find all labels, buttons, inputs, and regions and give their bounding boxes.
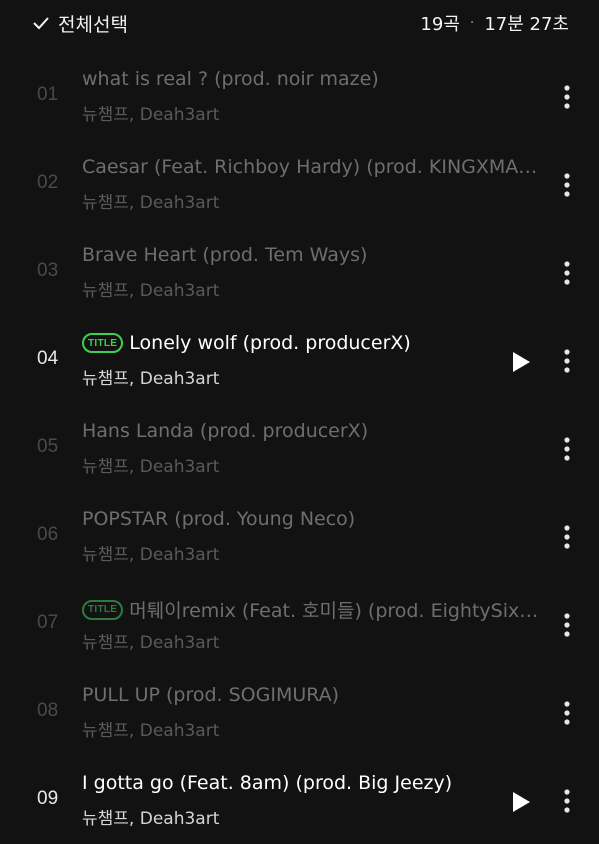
track-number: 04	[37, 348, 59, 369]
track-row[interactable]: 02 Caesar (Feat. Richboy Hardy) (prod. KI…	[0, 140, 599, 228]
track-number: 06	[37, 524, 59, 545]
track-number: 07	[37, 612, 59, 633]
total-duration: 17분 27초	[484, 14, 569, 35]
track-title: what is real ? (prod. noir maze)	[82, 68, 379, 90]
track-list: 01 what is real ? (prod. noir maze) 뉴챔프, D…	[0, 52, 599, 844]
separator: ·	[469, 15, 475, 31]
track-number: 03	[37, 260, 59, 281]
play-icon[interactable]	[510, 350, 532, 374]
track-title-line: POPSTAR (prod. Young Neco)	[82, 508, 544, 530]
track-summary: 19곡 · 17분 27초	[420, 10, 569, 36]
track-row[interactable]: 03 Brave Heart (prod. Tem Ways) 뉴챔프, Deah3…	[0, 228, 599, 316]
more-vertical-icon[interactable]	[558, 172, 576, 198]
track-row[interactable]: 04 TITLE Lonely wolf (prod. producerX) 뉴챔프,…	[0, 316, 599, 404]
more-vertical-icon[interactable]	[558, 436, 576, 462]
track-artist: 뉴챔프, Deah3art	[82, 281, 220, 301]
track-number: 09	[37, 788, 59, 809]
track-number: 01	[37, 84, 59, 105]
track-title-line: Hans Landa (prod. producerX)	[82, 420, 544, 442]
track-title: Hans Landa (prod. producerX)	[82, 420, 369, 442]
more-vertical-icon[interactable]	[558, 84, 576, 110]
track-title-line: Caesar (Feat. Richboy Hardy) (prod. KING…	[82, 156, 544, 178]
track-title: Lonely wolf (prod. producerX)	[129, 332, 411, 354]
select-all-label: 전체선택	[58, 13, 128, 36]
track-artist: 뉴챔프, Deah3art	[82, 633, 220, 653]
track-artist: 뉴챔프, Deah3art	[82, 545, 220, 565]
track-title-line: TITLE 머퉤이remix (Feat. 호미들) (prod. EightyS…	[82, 596, 544, 623]
track-title: POPSTAR (prod. Young Neco)	[82, 508, 356, 530]
more-vertical-icon[interactable]	[558, 612, 576, 638]
check-icon	[33, 17, 49, 30]
track-row[interactable]: 09 I gotta go (Feat. 8am) (prod. Big Jeez…	[0, 756, 599, 844]
more-vertical-icon[interactable]	[558, 788, 576, 814]
track-list-header: 전체선택 19곡 · 17분 27초	[0, 0, 599, 48]
title-badge: TITLE	[82, 333, 124, 353]
track-artist: 뉴챔프, Deah3art	[82, 721, 220, 741]
track-row[interactable]: 01 what is real ? (prod. noir maze) 뉴챔프, D…	[0, 52, 599, 140]
title-badge: TITLE	[82, 599, 124, 620]
song-count: 19곡	[420, 14, 460, 35]
track-title-line: PULL UP (prod. SOGIMURA)	[82, 684, 544, 706]
track-artist: 뉴챔프, Deah3art	[82, 105, 220, 125]
track-number: 05	[37, 436, 59, 457]
track-artist: 뉴챔프, Deah3art	[82, 193, 220, 213]
more-vertical-icon[interactable]	[558, 700, 576, 726]
track-artist: 뉴챔프, Deah3art	[82, 457, 220, 477]
track-title: Brave Heart (prod. Tem Ways)	[82, 244, 368, 266]
track-artist: 뉴챔프, Deah3art	[82, 369, 220, 389]
track-row[interactable]: 05 Hans Landa (prod. producerX) 뉴챔프, Deah3…	[0, 404, 599, 492]
more-vertical-icon[interactable]	[558, 348, 576, 374]
track-artist: 뉴챔프, Deah3art	[82, 809, 220, 829]
track-row[interactable]: 06 POPSTAR (prod. Young Neco) 뉴챔프, Deah3ar…	[0, 492, 599, 580]
track-number: 02	[37, 172, 59, 193]
track-title-line: Brave Heart (prod. Tem Ways)	[82, 244, 544, 266]
track-title-line: TITLE Lonely wolf (prod. producerX)	[82, 332, 544, 354]
play-icon[interactable]	[510, 790, 532, 814]
track-title: I gotta go (Feat. 8am) (prod. Big Jeezy)	[82, 772, 453, 794]
track-title-line: what is real ? (prod. noir maze)	[82, 68, 544, 90]
track-row[interactable]: 08 PULL UP (prod. SOGIMURA) 뉴챔프, Deah3art	[0, 668, 599, 756]
track-title: Caesar (Feat. Richboy Hardy) (prod. KING…	[82, 156, 538, 178]
track-title-line: I gotta go (Feat. 8am) (prod. Big Jeezy)	[82, 772, 544, 794]
select-all-button[interactable]: 전체선택	[32, 9, 128, 37]
track-row[interactable]: 07 TITLE 머퉤이remix (Feat. 호미들) (prod. Eight…	[0, 580, 599, 668]
more-vertical-icon[interactable]	[558, 260, 576, 286]
track-title: 머퉤이remix (Feat. 호미들) (prod. EightySix…	[129, 600, 539, 622]
track-title: PULL UP (prod. SOGIMURA)	[82, 684, 340, 706]
track-number: 08	[37, 700, 59, 721]
more-vertical-icon[interactable]	[558, 524, 576, 550]
